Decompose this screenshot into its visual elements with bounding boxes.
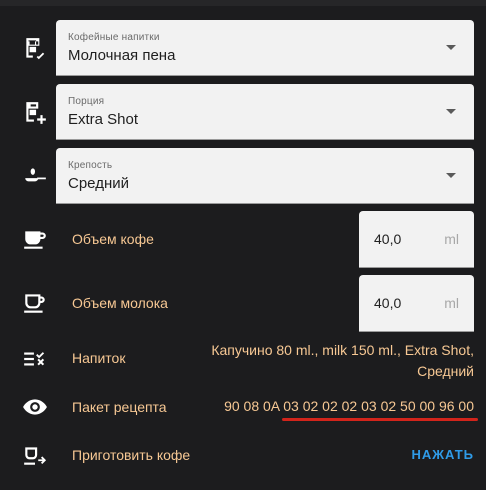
select-label: Крепость <box>68 160 113 171</box>
list-check-icon <box>22 346 48 372</box>
portion-select[interactable]: Порция Extra Shot <box>56 84 474 140</box>
coffee-cup-icon <box>22 226 48 252</box>
select-value: Средний <box>68 175 129 192</box>
coffee-volume-label: Объем кофе <box>72 231 154 247</box>
coffee-control-panel: Кофейные напитки Молочная пена Порция Ex… <box>0 0 486 490</box>
select-label: Порция <box>68 96 105 107</box>
chevron-down-icon <box>446 109 456 114</box>
coffee-bean-spoon-icon <box>22 164 48 190</box>
drink-label: Напиток <box>72 350 126 366</box>
select-value: Extra Shot <box>68 111 139 128</box>
coffee-maker-check-icon <box>22 36 48 62</box>
coffee-drinks-select[interactable]: Кофейные напитки Молочная пена <box>56 20 474 76</box>
select-value: Молочная пена <box>68 47 176 64</box>
coffee-volume-unit: ml <box>444 231 459 247</box>
milk-volume-label: Объем молока <box>72 295 168 311</box>
recipe-packet-value: 90 08 0A 03 02 02 02 03 02 50 00 96 00 <box>224 398 474 414</box>
coffee-volume-input[interactable]: 40,0 ml <box>359 211 474 268</box>
press-button[interactable]: НАЖАТЬ <box>411 447 474 462</box>
coffee-maker-plus-icon <box>22 100 48 126</box>
milk-volume-input[interactable]: 40,0 ml <box>359 275 474 332</box>
recipe-packet-label: Пакет рецепта <box>72 399 167 415</box>
milk-volume-value: 40,0 <box>374 295 402 311</box>
milk-volume-unit: ml <box>444 295 459 311</box>
eye-icon <box>22 394 48 420</box>
card-top-edge <box>0 0 486 6</box>
drink-value: Капучино 80 ml., milk 150 ml., Extra Sho… <box>211 342 474 379</box>
chevron-down-icon <box>446 173 456 178</box>
coffee-outline-icon <box>22 290 48 316</box>
highlight-underline <box>282 418 478 421</box>
strength-select[interactable]: Крепость Средний <box>56 148 474 204</box>
select-label: Кофейные напитки <box>68 32 160 43</box>
chevron-down-icon <box>446 45 456 50</box>
coffee-to-go-icon <box>22 442 48 468</box>
make-coffee-label: Приготовить кофе <box>72 447 191 463</box>
coffee-volume-value: 40,0 <box>374 231 402 247</box>
